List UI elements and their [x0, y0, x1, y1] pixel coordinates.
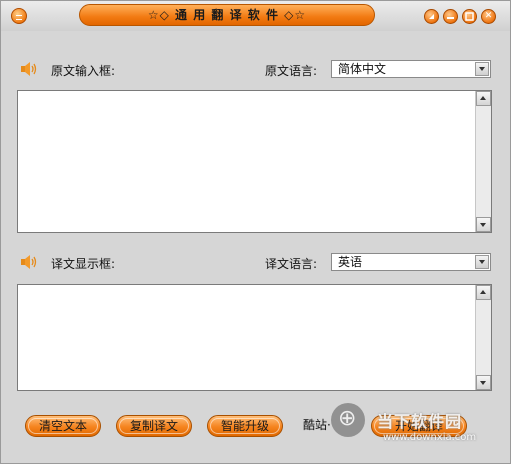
source-lang-select[interactable]: 简体中文	[331, 60, 491, 78]
title-bar[interactable]: ☆◇ 通 用 翻 译 软 件 ◇☆ ✕	[1, 1, 510, 31]
copy-translation-label: 复制译文	[129, 419, 178, 433]
smart-upgrade-label: 智能升级	[220, 419, 269, 433]
chevron-down-icon[interactable]	[475, 255, 489, 269]
small-arrow-icon	[429, 14, 434, 19]
source-lang-label: 原文语言:	[265, 64, 318, 78]
target-label: 译文显示框:	[51, 257, 116, 271]
system-menu-icon[interactable]	[11, 8, 27, 24]
close-icon: ✕	[484, 11, 493, 21]
source-lang-value: 简体中文	[338, 62, 387, 76]
watermark-name: 当下软件园	[377, 412, 463, 431]
clear-text-label: 清空文本	[38, 419, 87, 433]
maximize-icon	[465, 12, 474, 21]
window-title: ☆◇ 通 用 翻 译 软 件 ◇☆	[79, 4, 375, 26]
watermark-url: www.downxia.com	[383, 432, 477, 443]
scroll-up-icon[interactable]	[476, 285, 491, 300]
clear-text-button[interactable]: 清空文本	[25, 415, 101, 437]
speaker-icon[interactable]	[20, 255, 38, 269]
scroll-down-icon[interactable]	[476, 375, 491, 390]
brand-link[interactable]: 酷站·	[303, 416, 331, 433]
target-lang-value: 英语	[338, 255, 363, 269]
target-lang-select[interactable]: 英语	[331, 253, 491, 271]
speaker-icon[interactable]	[20, 62, 38, 76]
menu-button[interactable]	[424, 9, 439, 24]
target-text-output[interactable]	[17, 284, 492, 391]
minimize-icon	[447, 17, 454, 19]
maximize-button[interactable]	[462, 9, 477, 24]
close-button[interactable]: ✕	[481, 9, 496, 24]
smart-upgrade-button[interactable]: 智能升级	[207, 415, 283, 437]
watermark-logo-icon	[331, 403, 365, 437]
scroll-up-icon[interactable]	[476, 91, 491, 106]
target-scrollbar[interactable]	[475, 285, 491, 390]
source-scrollbar[interactable]	[475, 91, 491, 232]
copy-translation-button[interactable]: 复制译文	[116, 415, 192, 437]
source-label: 原文输入框:	[51, 64, 116, 78]
minimize-button[interactable]	[443, 9, 458, 24]
source-text-input[interactable]	[17, 90, 492, 233]
target-lang-label: 译文语言:	[265, 257, 318, 271]
app-window: ☆◇ 通 用 翻 译 软 件 ◇☆ ✕ 原文输入框: 原文语言: 简体中文 译文…	[0, 0, 511, 464]
scroll-down-icon[interactable]	[476, 217, 491, 232]
chevron-down-icon[interactable]	[475, 62, 489, 76]
